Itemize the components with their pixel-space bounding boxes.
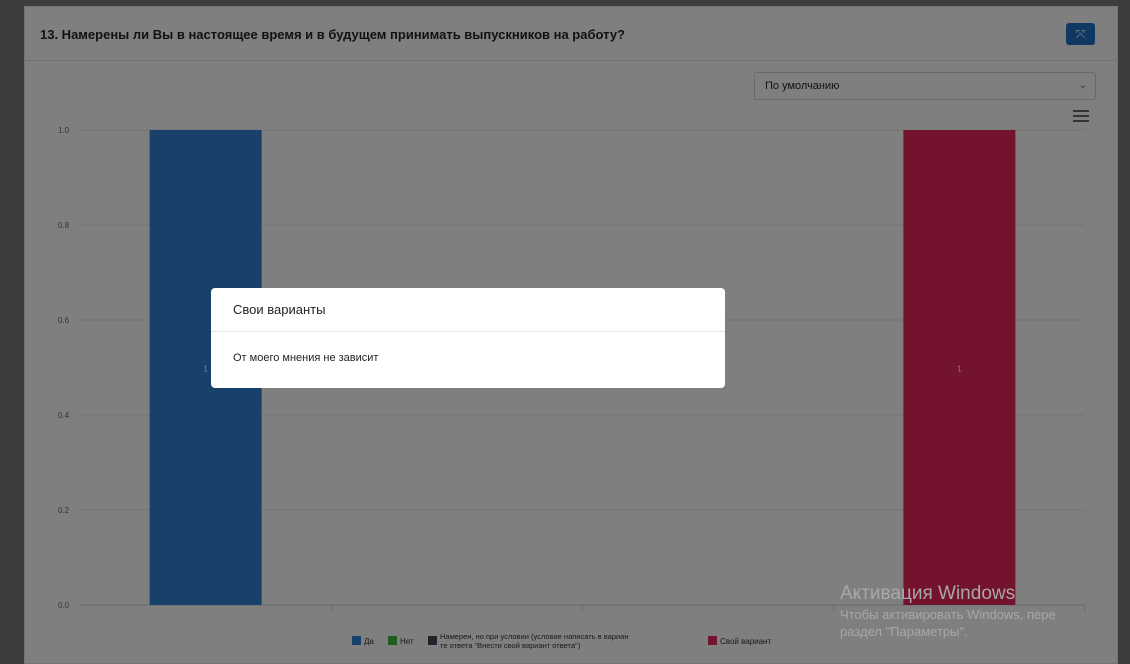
windows-activation-watermark: Активация Windows Чтобы активировать Win… — [840, 583, 1056, 639]
modal-body-text: От моего мнения не зависит — [233, 352, 379, 364]
custom-answers-modal: Свои варианты От моего мнения не зависит — [211, 288, 725, 388]
watermark-title: Активация Windows — [840, 583, 1016, 604]
watermark-line-2: Чтобы активировать Windows, пере — [840, 607, 1056, 622]
watermark-line-3: раздел "Параметры". — [840, 624, 968, 639]
modal-title: Свои варианты — [211, 288, 725, 332]
